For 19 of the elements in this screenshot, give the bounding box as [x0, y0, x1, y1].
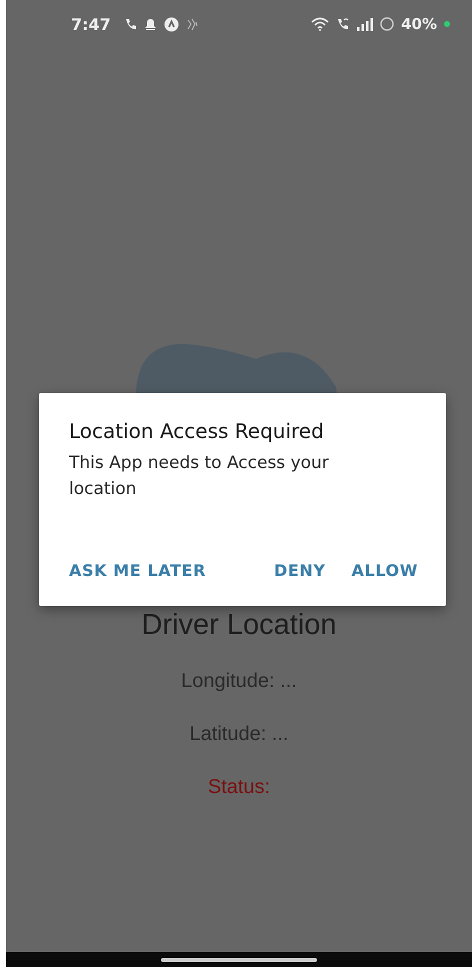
signal-icon — [357, 18, 374, 30]
screen-title: Driver Location — [141, 608, 337, 642]
status-time: 7:47 — [71, 14, 111, 34]
latitude-text: Latitude: ... — [190, 722, 288, 747]
battery-level: 40% — [401, 15, 437, 33]
status-text: Status: — [208, 775, 270, 800]
battery-icon — [380, 17, 394, 31]
dialog-title: Location Access Required — [69, 418, 325, 444]
dialog-button[interactable]: ASK ME LATER — [65, 557, 210, 584]
dialog-message: This App needs to Access your location — [69, 452, 330, 501]
dialog-button[interactable]: ALLOW — [348, 557, 422, 584]
dialog-button[interactable]: DENY — [270, 557, 330, 584]
wifi-call-icon — [336, 17, 350, 31]
phone-icon — [124, 18, 137, 30]
home-handle[interactable] — [161, 958, 317, 962]
longitude-text: Longitude: ... — [181, 669, 297, 694]
dot-icon — [444, 21, 450, 27]
app-logo-icon — [164, 16, 179, 32]
wifi-icon — [311, 17, 330, 31]
